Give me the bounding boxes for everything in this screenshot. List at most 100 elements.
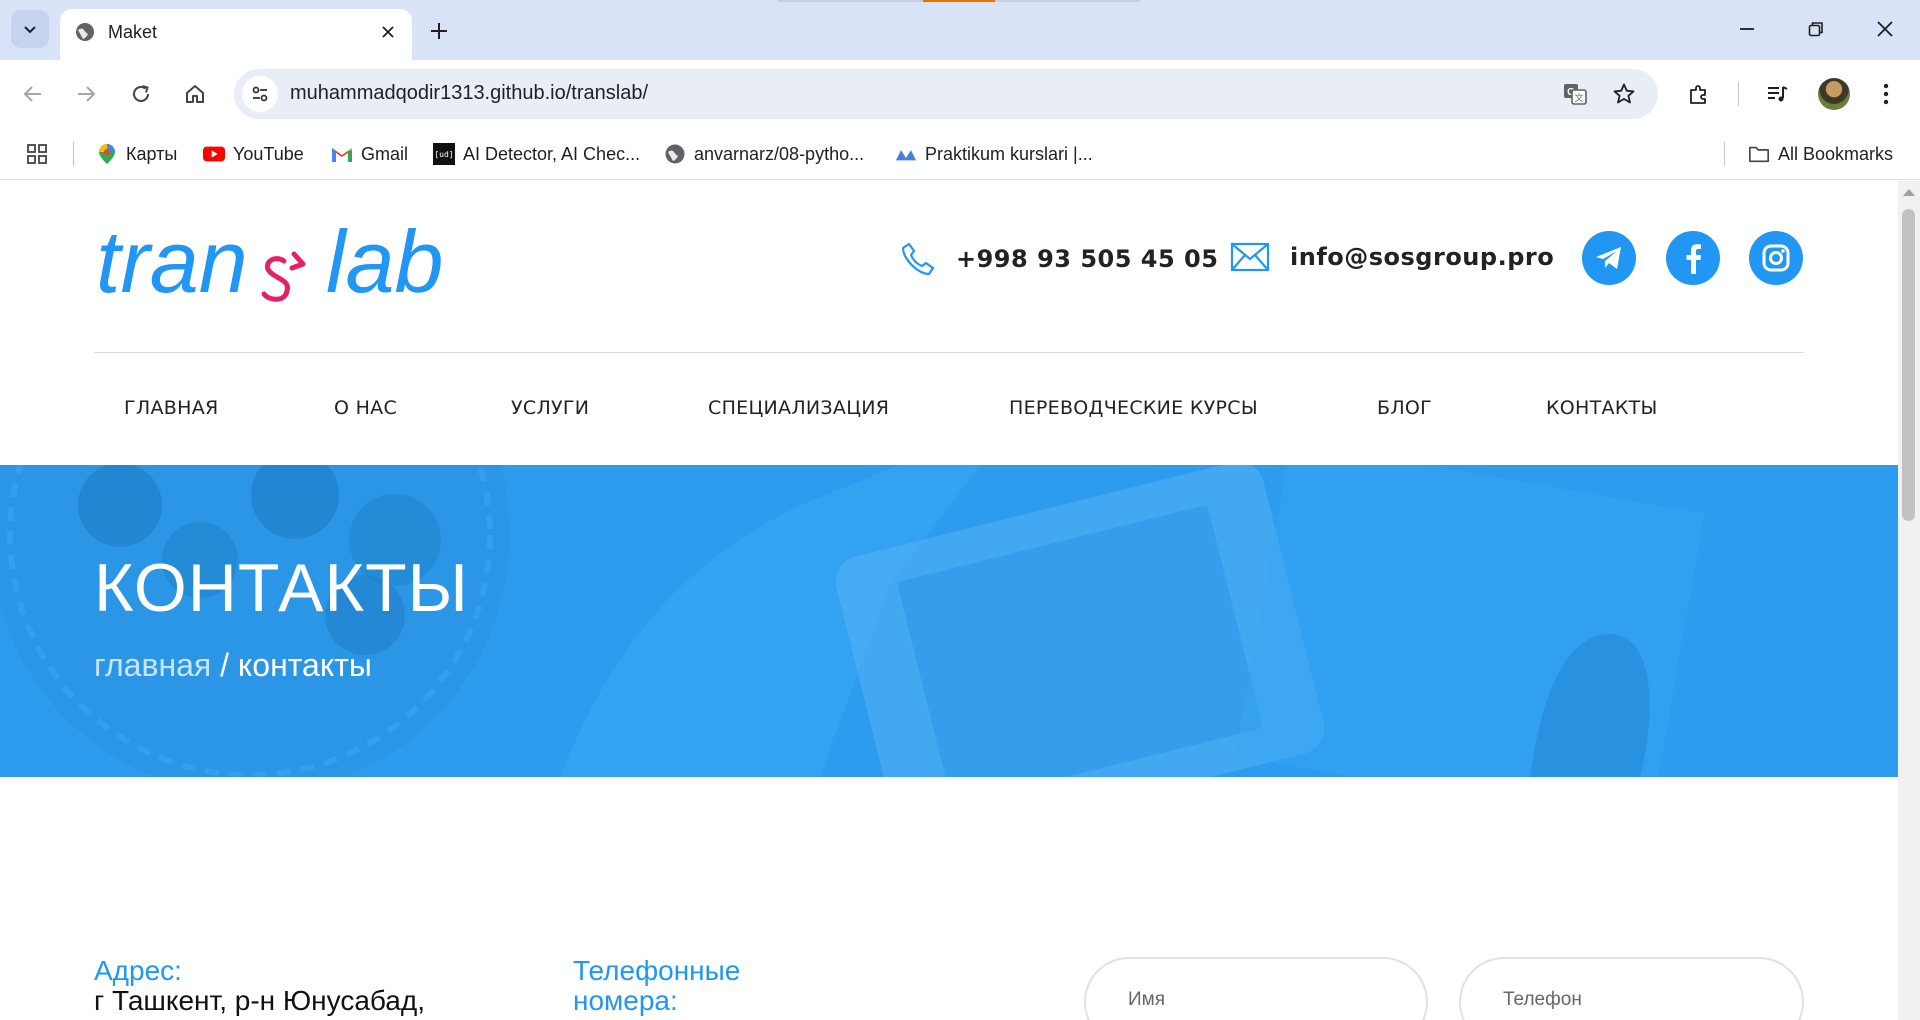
- globe-icon: [76, 23, 94, 41]
- svg-text:文: 文: [1574, 92, 1583, 104]
- tab-title: Maket: [108, 22, 158, 42]
- reload-icon: [133, 85, 149, 102]
- arrow-left-icon: [23, 86, 41, 102]
- bookmark-label: YouTube: [233, 143, 304, 164]
- toolbar-divider: [1738, 82, 1739, 106]
- ud-icon: [ud]: [433, 143, 455, 165]
- restore-button[interactable]: [1801, 14, 1831, 44]
- bookmark-gmail[interactable]: Gmail: [331, 140, 408, 168]
- star-icon: [1613, 83, 1635, 104]
- profile-avatar[interactable]: [1818, 78, 1850, 110]
- restore-icon: [1808, 22, 1823, 37]
- extensions-button[interactable]: [1682, 77, 1716, 111]
- close-icon: [382, 26, 394, 38]
- globe-icon: [664, 143, 686, 165]
- maps-icon: [96, 143, 118, 165]
- new-tab-button[interactable]: [424, 16, 454, 46]
- arrow-right-icon: [78, 86, 96, 102]
- browser-tab[interactable]: Maket: [60, 9, 412, 60]
- hero-title: КОНТАКТЫ: [94, 550, 469, 626]
- breadcrumb-separator: /: [220, 647, 230, 683]
- breadcrumb: главная / контакты: [94, 647, 372, 684]
- url-text[interactable]: muhammadqodir1313.github.io/translab/: [290, 82, 648, 105]
- bookmark-youtube[interactable]: YouTube: [203, 140, 304, 168]
- hero-banner: КОНТАКТЫ главная / контакты: [0, 465, 1898, 777]
- bookmark-maps[interactable]: Карты: [96, 140, 177, 168]
- apps-button[interactable]: [26, 140, 48, 168]
- browser-menu-button[interactable]: [1869, 77, 1903, 111]
- name-input[interactable]: [1128, 989, 1378, 1011]
- phone-field[interactable]: [1459, 957, 1804, 1020]
- apps-grid-icon: [27, 144, 47, 164]
- scroll-up-arrow-icon[interactable]: [1903, 189, 1915, 196]
- youtube-icon: [203, 143, 225, 165]
- praktikum-icon: [895, 143, 917, 165]
- bookmarks-separator: [1724, 142, 1725, 166]
- playlist-music-icon: [1768, 86, 1788, 102]
- all-bookmarks-button[interactable]: All Bookmarks: [1748, 140, 1893, 168]
- logo-text-part2: lab: [326, 214, 443, 304]
- menu-item-blog[interactable]: БЛОГ: [1377, 397, 1432, 419]
- bookmark-label: anvarnarz/08-pytho...: [694, 143, 865, 164]
- tab-search-button[interactable]: [11, 10, 49, 48]
- menu-item-about[interactable]: О НАС: [334, 397, 397, 419]
- translate-icon: G文: [1564, 84, 1587, 105]
- back-button[interactable]: [16, 77, 50, 111]
- logo-s-arrow-icon: [261, 256, 290, 302]
- name-field[interactable]: [1084, 957, 1428, 1020]
- mail-icon: [1230, 242, 1270, 272]
- facebook-link[interactable]: [1666, 231, 1720, 285]
- header-phone[interactable]: +998 93 505 45 05: [900, 241, 1218, 277]
- menu-item-services[interactable]: УСЛУГИ: [511, 397, 589, 419]
- gmail-icon: [331, 143, 353, 165]
- forward-button[interactable]: [69, 77, 103, 111]
- facebook-icon: [1686, 244, 1701, 274]
- close-icon: [1877, 21, 1893, 37]
- svg-text:[ud]: [ud]: [434, 150, 453, 159]
- scrollbar-thumb[interactable]: [1902, 209, 1915, 521]
- phones-label-line2: номера:: [573, 985, 678, 1016]
- menu-item-courses[interactable]: ПЕРЕВОДЧЕСКИЕ КУРСЫ: [1009, 397, 1258, 419]
- phone-input[interactable]: [1503, 989, 1753, 1011]
- bookmarks-separator: [73, 142, 74, 166]
- translab-logo[interactable]: tran lab: [96, 214, 476, 304]
- bookmark-label: Praktikum kurslari |...: [925, 143, 1093, 164]
- translate-button[interactable]: G文: [1562, 81, 1588, 107]
- breadcrumb-home-link[interactable]: главная: [94, 647, 211, 683]
- tab-close-button[interactable]: [378, 22, 398, 42]
- site-info-button[interactable]: [242, 76, 278, 112]
- bookmark-ai-detector[interactable]: [ud] AI Detector, AI Chec...: [433, 140, 640, 168]
- close-window-button[interactable]: [1870, 14, 1900, 44]
- menu-item-specialization[interactable]: СПЕЦИАЛИЗАЦИЯ: [708, 397, 889, 419]
- instagram-link[interactable]: [1749, 231, 1803, 285]
- all-bookmarks-label: All Bookmarks: [1778, 143, 1894, 164]
- header-divider: [94, 352, 1804, 353]
- home-button[interactable]: [178, 77, 212, 111]
- header-email-address: info@sosgroup.pro: [1290, 243, 1555, 271]
- telegram-link[interactable]: [1582, 231, 1636, 285]
- phones-label-line1: Телефонные: [573, 955, 741, 986]
- header-phone-number: +998 93 505 45 05: [956, 245, 1219, 273]
- address-value: г Ташкент, р-н Юнусабад,: [94, 985, 425, 1016]
- page-viewport: tran lab +998 93 505 45 05 info@sosgroup…: [0, 181, 1898, 1020]
- bookmark-label: Карты: [126, 143, 178, 164]
- page-scrollbar[interactable]: [1898, 181, 1920, 1020]
- address-bar[interactable]: muhammadqodir1313.github.io/translab/ G文: [234, 69, 1658, 119]
- menu-item-home[interactable]: ГЛАВНАЯ: [124, 397, 219, 419]
- breadcrumb-current: контакты: [237, 647, 372, 683]
- menu-item-contacts[interactable]: КОНТАКТЫ: [1546, 397, 1658, 419]
- bookmark-praktikum[interactable]: Praktikum kurslari |...: [895, 140, 1093, 168]
- minimize-button[interactable]: [1732, 14, 1762, 44]
- telegram-icon: [1596, 247, 1621, 269]
- bookmark-star-button[interactable]: [1611, 81, 1637, 107]
- reload-button[interactable]: [124, 77, 158, 111]
- logo-arrow-tip-icon: [289, 251, 306, 271]
- puzzle-icon: [1690, 85, 1706, 104]
- minimize-icon: [1740, 28, 1754, 30]
- media-control-button[interactable]: [1760, 77, 1794, 111]
- folder-icon: [1748, 143, 1770, 165]
- header-email[interactable]: info@sosgroup.pro: [1230, 241, 1554, 273]
- logo-text-part1: tran: [96, 214, 248, 304]
- bookmark-github-repo[interactable]: anvarnarz/08-pytho...: [664, 140, 864, 168]
- tab-loading-indicator: [923, 0, 995, 2]
